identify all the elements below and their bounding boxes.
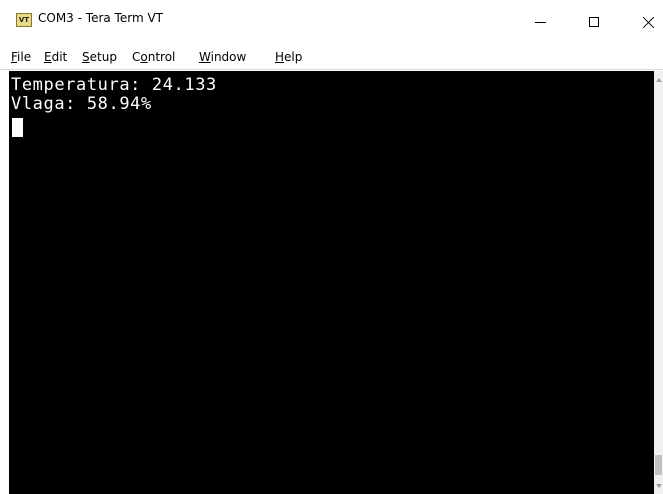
close-button[interactable] bbox=[625, 0, 663, 44]
minimize-icon bbox=[534, 21, 546, 23]
menu-window-mnemonic: W bbox=[199, 50, 211, 64]
menu-edit-mnemonic: E bbox=[44, 50, 52, 64]
menu-setup-mnemonic: S bbox=[82, 50, 90, 64]
maximize-button[interactable] bbox=[571, 0, 617, 44]
window-left-border bbox=[0, 70, 9, 494]
scroll-thumb[interactable] bbox=[655, 455, 662, 475]
menu-file[interactable]: File bbox=[11, 50, 31, 64]
menu-control[interactable]: Control bbox=[132, 50, 175, 64]
terminal-line-temperature: Temperatura: 24.133 bbox=[11, 75, 217, 95]
tera-term-window: VT COM3 - Tera Term VT File Edit Setup C… bbox=[0, 0, 663, 494]
maximize-icon bbox=[589, 17, 599, 27]
menu-edit-label: dit bbox=[51, 50, 68, 64]
app-icon[interactable]: VT bbox=[16, 13, 32, 27]
title-bar[interactable]: VT COM3 - Tera Term VT bbox=[0, 0, 663, 46]
vertical-scrollbar[interactable] bbox=[654, 71, 663, 494]
menu-help-label: elp bbox=[284, 50, 303, 64]
minimize-button[interactable] bbox=[517, 0, 563, 44]
menu-control-label: ntrol bbox=[147, 50, 176, 64]
menu-setup-label: etup bbox=[89, 50, 117, 64]
menu-help-mnemonic: H bbox=[275, 50, 285, 64]
scroll-down-arrow-icon[interactable] bbox=[654, 477, 663, 494]
menu-window[interactable]: Window bbox=[199, 50, 246, 64]
terminal-cursor bbox=[12, 118, 23, 137]
menu-file-label: ile bbox=[17, 50, 32, 64]
scroll-up-arrow-icon[interactable] bbox=[654, 71, 663, 88]
menu-setup[interactable]: Setup bbox=[82, 50, 117, 64]
window-title: COM3 - Tera Term VT bbox=[38, 11, 163, 25]
menu-help[interactable]: Help bbox=[275, 50, 302, 64]
terminal-screen[interactable]: Temperatura: 24.133 Vlaga: 58.94% bbox=[9, 71, 654, 494]
close-icon bbox=[642, 16, 655, 29]
menu-control-mnemonic: o bbox=[140, 50, 148, 64]
menu-bar: File Edit Setup Control Window Help bbox=[0, 46, 663, 70]
menu-window-label: indow bbox=[210, 50, 247, 64]
menu-edit[interactable]: Edit bbox=[44, 50, 67, 64]
terminal-line-humidity: Vlaga: 58.94% bbox=[11, 94, 152, 114]
